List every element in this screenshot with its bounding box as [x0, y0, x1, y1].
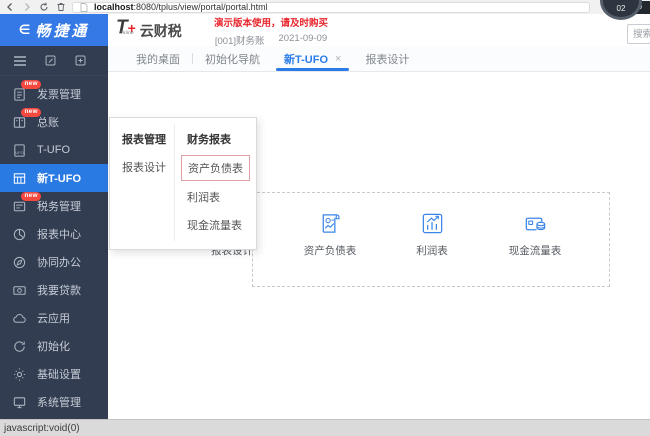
- product-logo: T+Online 云财税: [116, 18, 182, 41]
- cash-flow-icon: [522, 210, 549, 237]
- menu-item-cash-flow[interactable]: 现金流量表: [175, 211, 256, 239]
- status-text: javascript:void(0): [4, 423, 80, 434]
- ledger-icon: new: [11, 114, 28, 131]
- sidebar-item-label: 协同办公: [37, 254, 81, 270]
- browser-window: localhost:8080/tplus/view/portal/portal.…: [0, 0, 650, 436]
- svg-text:UFO: UFO: [15, 149, 23, 154]
- menu-item-report-design[interactable]: 报表设计: [110, 153, 174, 181]
- sidebar-item-label: 总账: [37, 114, 59, 130]
- collaboration-icon: [11, 254, 28, 271]
- shortcut-cash-flow[interactable]: 现金流量表: [485, 210, 585, 258]
- sidebar-toolbar: [0, 46, 108, 76]
- invoice-icon: new: [11, 86, 28, 103]
- new-badge: new: [21, 108, 41, 118]
- settings-icon: [11, 366, 28, 383]
- sidebar-item-label: 初始化: [37, 338, 70, 354]
- tab-report-design[interactable]: 报表设计: [353, 46, 421, 71]
- sidebar-item-label: 报表中心: [37, 226, 81, 242]
- login-date: 2021-09-09: [279, 33, 328, 47]
- menu-column-financial-reports: 财务报表 资产负债表 利润表 现金流量表: [174, 124, 256, 241]
- sidebar-item-label: 新T-UFO: [37, 170, 81, 186]
- sidebar-item-collaboration[interactable]: 协同办公: [0, 248, 108, 276]
- browser-chrome: localhost:8080/tplus/view/portal/portal.…: [0, 0, 650, 14]
- sidebar-item-label: T-UFO: [37, 144, 70, 156]
- menu-icon[interactable]: [13, 55, 27, 67]
- sidebar-item-cloud-apps[interactable]: 云应用: [0, 304, 108, 332]
- product-name: 云财税: [140, 21, 182, 41]
- forward-icon[interactable]: [21, 1, 33, 13]
- collapse-arrow-icon: ∈: [19, 22, 31, 38]
- sidebar-item-invoice[interactable]: new 发票管理: [0, 80, 108, 108]
- demo-warning-text: 演示版本使用，请及时购买: [196, 15, 346, 29]
- report-center-icon: [11, 226, 28, 243]
- sidebar-item-system-admin[interactable]: 系统管理: [0, 388, 108, 416]
- tab-init-nav[interactable]: 初始化导航: [193, 46, 272, 71]
- balance-sheet-icon: [317, 210, 344, 237]
- refresh-icon[interactable]: [38, 1, 50, 13]
- shortcut-income-statement[interactable]: 利润表: [382, 210, 482, 258]
- sidebar-item-label: 我要贷款: [37, 282, 81, 298]
- tab-close-icon[interactable]: ×: [335, 53, 341, 65]
- new-badge: new: [21, 80, 41, 90]
- url-text: localhost:8080/tplus/view/portal/portal.…: [94, 2, 268, 12]
- shortcut-label: 现金流量表: [509, 243, 562, 258]
- sidebar-item-tax[interactable]: new 税务管理: [0, 192, 108, 220]
- sidebar-item-t-ufo[interactable]: UFO T-UFO: [0, 136, 108, 164]
- tab-new-t-ufo[interactable]: 新T-UFO ×: [272, 46, 353, 71]
- tplus-logo: T+Online: [116, 18, 136, 38]
- income-statement-icon: [419, 210, 446, 237]
- sidebar-item-label: 税务管理: [37, 198, 81, 214]
- cloud-icon: [11, 310, 28, 327]
- sidebar-item-loan[interactable]: 我要贷款: [0, 276, 108, 304]
- menu-column-report-management: 报表管理 报表设计: [110, 124, 174, 241]
- brand-logo[interactable]: ∈ 畅捷通: [0, 14, 108, 46]
- address-bar[interactable]: localhost:8080/tplus/view/portal/portal.…: [72, 2, 590, 13]
- sidebar-item-new-t-ufo[interactable]: 新T-UFO: [0, 164, 108, 192]
- tab-bar: 我的桌面 初始化导航 新T-UFO × 报表设计: [108, 46, 650, 72]
- shortcut-label: 利润表: [416, 243, 448, 258]
- app-header: ∈ 畅捷通 T+Online 云财税 演示版本使用，请及时购买 [001]财务账…: [0, 14, 650, 46]
- menu-item-balance-sheet[interactable]: 资产负债表: [181, 155, 250, 181]
- menu-group-header: 财务报表: [175, 126, 256, 153]
- shortcut-balance-sheet[interactable]: 资产负债表: [280, 210, 380, 258]
- shortcut-label: 资产负债表: [304, 243, 357, 258]
- system-icon: [11, 394, 28, 411]
- page-icon: [78, 1, 90, 13]
- status-bar: javascript:void(0): [0, 419, 650, 436]
- demo-notice: 演示版本使用，请及时购买 [001]财务账 2021-09-09: [196, 15, 346, 47]
- menu-group-header: 报表管理: [110, 126, 174, 153]
- sidebar-item-label: 基础设置: [37, 366, 81, 382]
- trash-icon[interactable]: [55, 1, 67, 13]
- brand-name: 畅捷通: [35, 20, 89, 41]
- menu-item-income-statement[interactable]: 利润表: [175, 183, 256, 211]
- sidebar: new 发票管理 new 总账 UFO T-UFO: [0, 46, 108, 419]
- sidebar-item-basic-settings[interactable]: 基础设置: [0, 360, 108, 388]
- edit-panel-icon[interactable]: [44, 54, 57, 67]
- extension-badge-text: 02: [617, 4, 626, 13]
- sidebar-nav: new 发票管理 new 总账 UFO T-UFO: [0, 80, 108, 416]
- tab-my-desktop[interactable]: 我的桌面: [124, 46, 192, 71]
- url-host: localhost: [94, 2, 134, 12]
- sidebar-item-report-center[interactable]: 报表中心: [0, 220, 108, 248]
- online-label: Online: [119, 23, 134, 42]
- account-name: [001]财务账: [215, 33, 265, 47]
- sidebar-item-initialization[interactable]: 初始化: [0, 332, 108, 360]
- sidebar-item-label: 系统管理: [37, 394, 81, 410]
- loan-icon: [11, 282, 28, 299]
- back-icon[interactable]: [4, 1, 16, 13]
- sidebar-item-label: 发票管理: [37, 86, 81, 102]
- init-icon: [11, 338, 28, 355]
- new-t-ufo-icon: [11, 170, 28, 187]
- tax-icon: new: [11, 198, 28, 215]
- add-panel-icon[interactable]: [74, 54, 87, 67]
- url-path: :8080/tplus/view/portal/portal.html: [134, 2, 268, 12]
- sidebar-item-ledger[interactable]: new 总账: [0, 108, 108, 136]
- reports-dropdown-menu: 报表管理 报表设计 财务报表 资产负债表 利润表 现金流量表: [109, 117, 257, 250]
- sidebar-item-label: 云应用: [37, 310, 70, 326]
- new-badge: new: [21, 192, 41, 202]
- t-ufo-icon: UFO: [11, 142, 28, 159]
- search-input[interactable]: [627, 24, 650, 44]
